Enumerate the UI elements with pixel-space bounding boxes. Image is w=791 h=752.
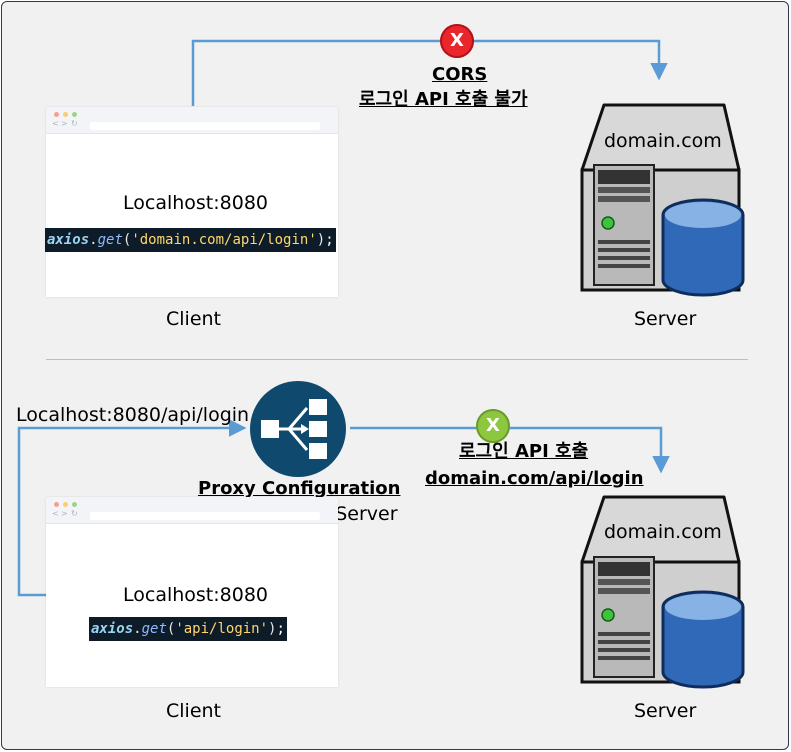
address-bar — [90, 122, 320, 130]
login-blocked-label: 로그인 API 호출 불가 — [359, 89, 528, 110]
reload-icon: ↻ — [71, 119, 78, 128]
target-endpoint-label: domain.com/api/login — [425, 468, 644, 489]
forward-icon: > — [61, 509, 68, 518]
code-argument: 'domain.com/api/login' — [131, 232, 317, 248]
code-snippet: axios.get('domain.com/api/login'); — [45, 228, 336, 252]
login-call-label: 로그인 API 호출 — [459, 441, 589, 462]
section-divider — [46, 359, 748, 360]
browser-toolbar: < > ↻ — [46, 497, 338, 524]
address-bar — [90, 512, 320, 520]
x-success-icon: X — [476, 409, 510, 443]
server-icon — [580, 103, 745, 297]
network-share-icon — [250, 381, 346, 477]
code-semicolon: ; — [325, 232, 334, 248]
server-caption: Server — [634, 308, 697, 330]
x-error-icon: X — [440, 24, 474, 58]
code-paren-close: ) — [316, 232, 326, 248]
code-object: axios — [91, 621, 134, 637]
server-domain-label: domain.com — [604, 521, 722, 543]
back-icon: < — [52, 509, 59, 518]
code-dot: . — [89, 232, 98, 248]
client-host-label: Localhost:8080 — [123, 192, 269, 214]
code-method: get — [97, 232, 123, 248]
client-caption: Client — [166, 308, 222, 330]
server-domain-label: domain.com — [604, 130, 722, 152]
proxy-title: Proxy Configuration — [198, 478, 401, 499]
code-snippet: axios.get('api/login'); — [89, 617, 287, 641]
minimize-dot-icon — [63, 502, 68, 507]
client-caption: Client — [166, 700, 222, 722]
server-icon — [580, 495, 745, 689]
browser-toolbar: < > ↻ — [46, 107, 338, 134]
code-method: get — [141, 621, 167, 637]
reload-icon: ↻ — [71, 509, 78, 518]
close-dot-icon — [54, 112, 59, 117]
forward-icon: > — [61, 119, 68, 128]
code-semicolon: ; — [276, 621, 285, 637]
client-host-label: Localhost:8080 — [123, 584, 269, 606]
code-object: axios — [47, 232, 90, 248]
minimize-dot-icon — [63, 112, 68, 117]
cors-label: CORS — [432, 64, 488, 85]
proxied-request-url: Localhost:8080/api/login — [16, 404, 250, 426]
close-dot-icon — [54, 502, 59, 507]
maximize-dot-icon — [72, 502, 77, 507]
code-argument: 'api/login' — [175, 621, 269, 637]
code-dot: . — [133, 621, 142, 637]
server-caption: Server — [634, 700, 697, 722]
back-icon: < — [52, 119, 59, 128]
maximize-dot-icon — [72, 112, 77, 117]
